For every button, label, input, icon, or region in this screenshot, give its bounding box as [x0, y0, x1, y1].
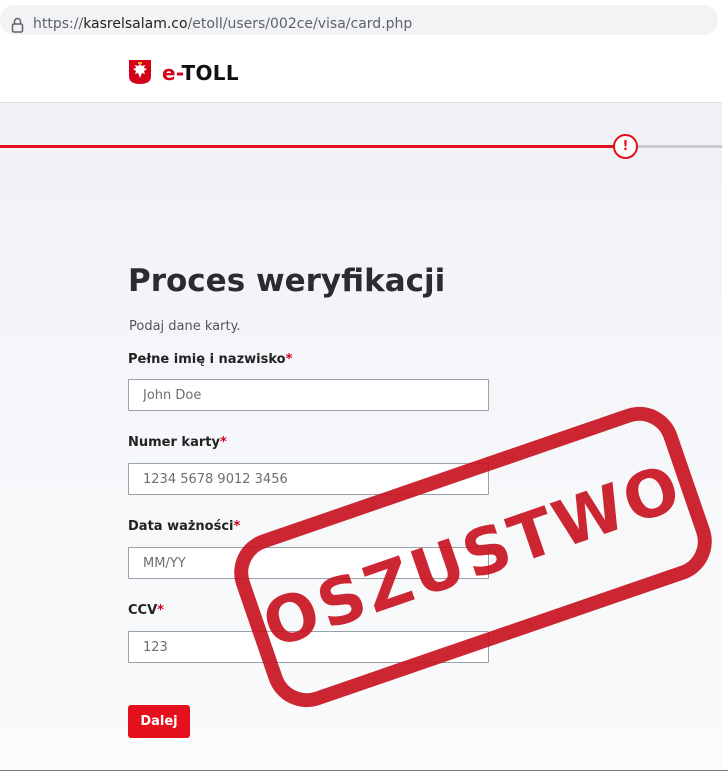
fullname-label: Pełne imię i nazwisko*: [128, 352, 292, 367]
brand-logo[interactable]: e-TOLL: [162, 61, 239, 85]
next-button[interactable]: Dalej: [128, 705, 190, 738]
required-asterisk: *: [157, 603, 164, 618]
card-number-label: Numer karty*: [128, 435, 227, 450]
required-asterisk: *: [219, 435, 227, 450]
page-subtitle: Podaj dane karty.: [129, 319, 241, 334]
brand-name: TOLL: [181, 61, 239, 85]
url-scheme: https://: [33, 16, 84, 32]
fullname-input[interactable]: [128, 379, 489, 411]
site-header: e-TOLL: [0, 42, 722, 103]
progress-alert-icon: !: [613, 134, 638, 159]
url-host: kasrelsalam.co: [83, 16, 188, 32]
brand-prefix: e-: [162, 61, 182, 85]
page-title: Proces weryfikacji: [128, 263, 446, 299]
ccv-label-text: CCV: [128, 603, 158, 618]
ccv-label: CCV*: [128, 603, 164, 618]
url-path: /etoll/users/002ce/visa/card.php: [187, 16, 413, 32]
polish-eagle-emblem-icon: [129, 60, 151, 84]
progress-bar-remaining: [636, 145, 722, 148]
fullname-label-text: Pełne imię i nazwisko: [128, 352, 286, 367]
url-field[interactable]: https://kasrelsalam.co/etoll/users/002ce…: [0, 5, 718, 35]
lock-icon: [11, 17, 24, 33]
required-asterisk: *: [285, 352, 293, 367]
progress-bar-completed: [0, 145, 614, 148]
expiry-label: Data ważności*: [128, 519, 240, 534]
url-text: https://kasrelsalam.co/etoll/users/002ce…: [33, 16, 412, 32]
card-number-label-text: Numer karty: [128, 435, 220, 450]
browser-address-bar: https://kasrelsalam.co/etoll/users/002ce…: [0, 0, 728, 40]
required-asterisk: *: [233, 519, 241, 534]
expiry-label-text: Data ważności: [128, 519, 234, 534]
